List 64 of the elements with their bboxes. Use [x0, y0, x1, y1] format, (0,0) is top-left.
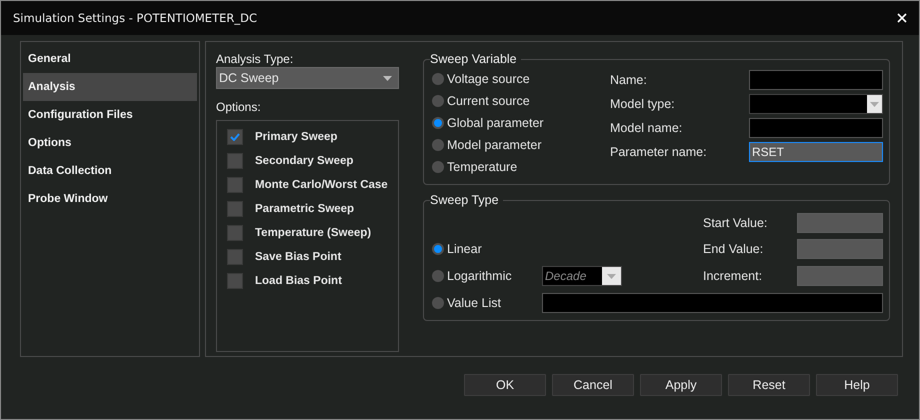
radio-button[interactable]: [432, 270, 444, 282]
option-label[interactable]: Save Bias Point: [255, 251, 342, 263]
sidebar-item[interactable]: Probe Window: [23, 185, 197, 213]
radio-button[interactable]: [432, 139, 444, 151]
radio-label[interactable]: Logarithmic: [447, 269, 512, 283]
checkbox[interactable]: [227, 225, 243, 241]
value-list-field[interactable]: [542, 293, 883, 313]
option-label[interactable]: Load Bias Point: [255, 275, 342, 287]
radio-button[interactable]: [432, 95, 444, 107]
window-title: Simulation Settings - POTENTIOMETER_DC: [13, 11, 257, 25]
sidebar-item[interactable]: Data Collection: [23, 157, 197, 185]
input-field[interactable]: [749, 118, 883, 138]
sidebar-item[interactable]: General: [23, 45, 197, 73]
checkbox[interactable]: [227, 177, 243, 193]
option-label[interactable]: Secondary Sweep: [255, 155, 354, 167]
analysis-type-label: Analysis Type:: [216, 52, 294, 66]
field-label: Name:: [610, 72, 648, 89]
field-label: Parameter name:: [610, 144, 708, 161]
sidebar-item[interactable]: Options: [23, 129, 197, 157]
analysis-type-dropdown[interactable]: DC Sweep: [216, 67, 399, 89]
field-label: End Value:: [703, 242, 764, 256]
checkbox[interactable]: [227, 249, 243, 265]
option-label[interactable]: Parametric Sweep: [255, 203, 354, 215]
checkbox[interactable]: [227, 273, 243, 289]
option-label[interactable]: Monte Carlo/Worst Case: [255, 179, 388, 191]
sidebar-item[interactable]: Analysis: [23, 73, 197, 101]
group-title: Sweep Variable: [430, 52, 518, 66]
checkmark-icon: [230, 133, 240, 141]
radio-button[interactable]: [432, 73, 444, 85]
checkbox[interactable]: [227, 129, 243, 145]
dialog-button[interactable]: Cancel: [552, 374, 634, 396]
option-label[interactable]: Temperature (Sweep): [255, 227, 372, 239]
radio-label[interactable]: Model parameter: [447, 138, 542, 152]
group-title: Sweep Type: [430, 193, 500, 207]
radio-button[interactable]: [432, 161, 444, 173]
model-type-dropdown[interactable]: [749, 94, 883, 114]
radio-label[interactable]: Linear: [447, 242, 482, 256]
radio-label[interactable]: Value List: [447, 296, 501, 310]
dialog-button[interactable]: Apply: [640, 374, 722, 396]
radio-label[interactable]: Current source: [447, 94, 530, 108]
radio-label[interactable]: Voltage source: [447, 72, 530, 86]
checkbox[interactable]: [227, 201, 243, 217]
radio-label[interactable]: Temperature: [447, 160, 518, 174]
dialog-button[interactable]: OK: [464, 374, 546, 396]
dropdown-arrow-icon: [383, 76, 392, 80]
field-label: Increment:: [703, 269, 764, 283]
radio-label[interactable]: Global parameter: [447, 116, 544, 130]
dropdown-arrow-icon: [870, 102, 879, 106]
dropdown-arrow-icon: [607, 274, 616, 278]
input-field[interactable]: [749, 70, 883, 90]
sidebar-item[interactable]: Configuration Files: [23, 101, 197, 129]
options-label: Options:: [216, 100, 262, 114]
field-label: Model type:: [610, 96, 676, 113]
input-field[interactable]: RSET: [749, 142, 883, 162]
checkbox[interactable]: [227, 153, 243, 169]
radio-button[interactable]: [432, 297, 444, 309]
option-label[interactable]: Primary Sweep: [255, 131, 338, 143]
dialog-button[interactable]: Help: [816, 374, 898, 396]
close-icon[interactable]: [897, 13, 907, 23]
radio-button[interactable]: [432, 117, 444, 129]
dialog-button[interactable]: Reset: [728, 374, 810, 396]
field-label: Model name:: [610, 120, 684, 137]
radio-button[interactable]: [432, 243, 444, 255]
field-label: Start Value:: [703, 216, 768, 230]
